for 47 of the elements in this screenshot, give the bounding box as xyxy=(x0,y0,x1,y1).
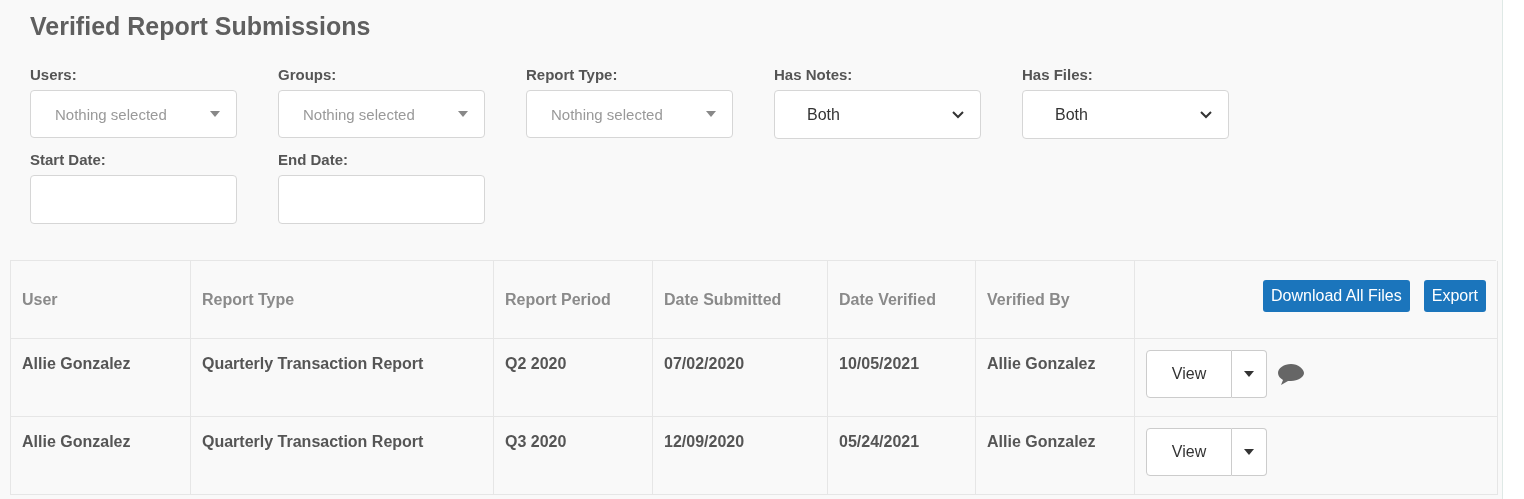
caret-icon xyxy=(1244,449,1254,455)
column-header: Report Period xyxy=(505,290,611,309)
table-cell: Quarterly Transaction Report xyxy=(202,433,424,451)
column-header: User xyxy=(22,290,58,309)
table-cell: 10/05/2021 xyxy=(839,355,920,373)
multiselect-dropdown[interactable]: Nothing selected xyxy=(526,90,733,138)
view-button[interactable]: View xyxy=(1146,428,1232,476)
filter-label: Has Notes: xyxy=(774,66,854,84)
column-header: Report Type xyxy=(202,290,295,309)
column-header: Verified By xyxy=(987,290,1070,309)
table-cell: 12/09/2020 xyxy=(664,433,745,451)
filter-label: End Date: xyxy=(278,151,349,169)
table-cell: Q3 2020 xyxy=(505,433,567,451)
table-cell: Allie Gonzalez xyxy=(22,433,131,451)
column-header: Date Submitted xyxy=(664,290,782,309)
table-cell: Allie Gonzalez xyxy=(987,355,1096,373)
date-field[interactable] xyxy=(30,175,237,224)
caret-icon xyxy=(210,111,220,117)
filter-label: Users: xyxy=(30,66,78,84)
multiselect-dropdown[interactable]: Nothing selected xyxy=(278,90,485,138)
chevron-down-icon xyxy=(952,110,964,119)
table-cell: 05/24/2021 xyxy=(839,433,920,451)
table-cell: Allie Gonzalez xyxy=(22,355,131,373)
filter-label: Report Type: xyxy=(526,66,619,84)
view-button[interactable]: View xyxy=(1146,350,1232,398)
select-dropdown[interactable]: Both xyxy=(1022,90,1229,139)
caret-icon xyxy=(458,111,468,117)
caret-icon xyxy=(1244,371,1254,377)
page-title: Verified Report Submissions xyxy=(30,11,372,42)
column-header: Date Verified xyxy=(839,290,936,309)
date-field[interactable] xyxy=(278,175,485,224)
multiselect-dropdown[interactable]: Nothing selected xyxy=(30,90,237,138)
table-cell: Quarterly Transaction Report xyxy=(202,355,424,373)
view-options-button[interactable] xyxy=(1232,350,1267,398)
export-button[interactable]: Export xyxy=(1423,280,1486,312)
filter-label: Has Files: xyxy=(1022,66,1094,84)
view-options-button[interactable] xyxy=(1232,428,1267,476)
filter-label: Start Date: xyxy=(30,151,107,169)
table-cell: Allie Gonzalez xyxy=(987,433,1096,451)
caret-icon xyxy=(706,111,716,117)
download-all-files-button[interactable]: Download All Files xyxy=(1263,280,1410,312)
filter-label: Groups: xyxy=(278,66,338,84)
table-cell: 07/02/2020 xyxy=(664,355,745,373)
table-cell: Q2 2020 xyxy=(505,355,567,373)
chevron-down-icon xyxy=(1200,110,1212,119)
comment-icon[interactable] xyxy=(1277,362,1305,386)
select-dropdown[interactable]: Both xyxy=(774,90,981,139)
